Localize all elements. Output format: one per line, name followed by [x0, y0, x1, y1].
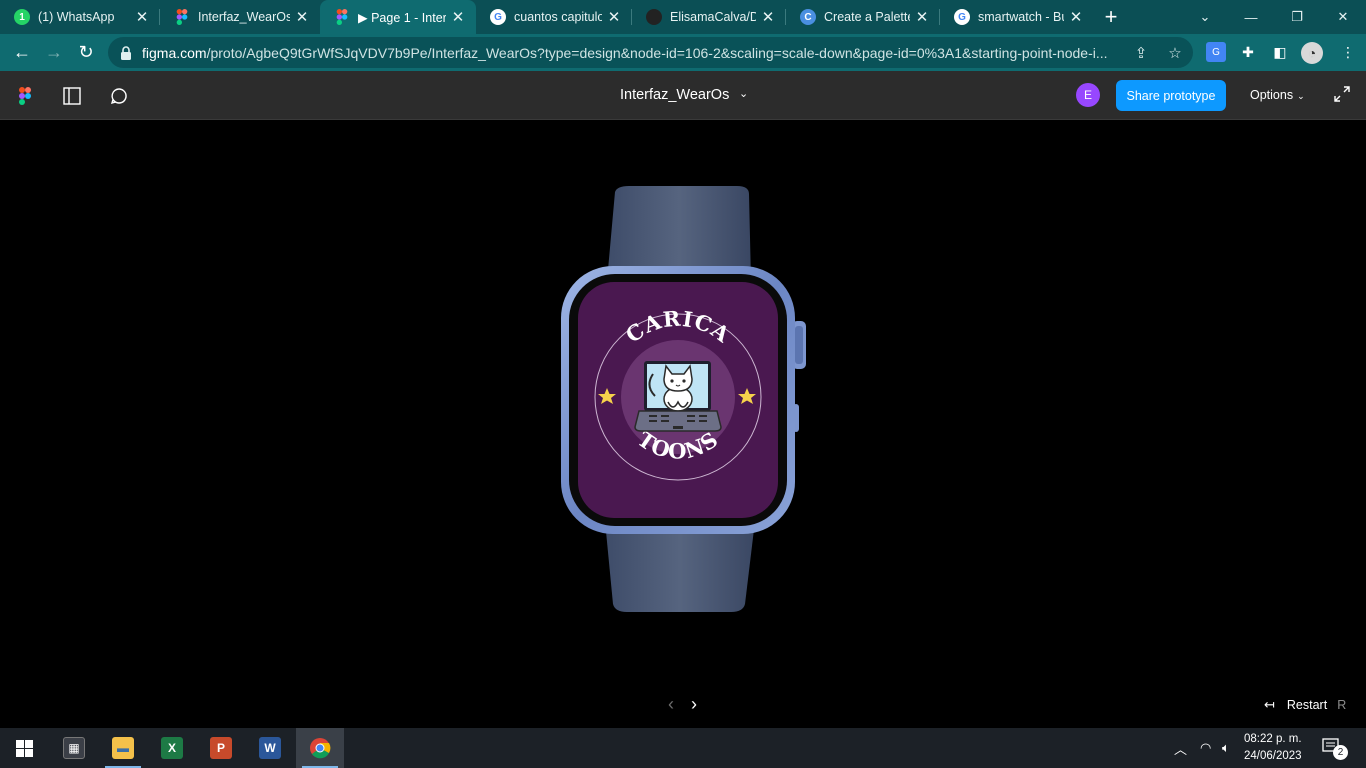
side-panel-icon[interactable]: ◧ — [1270, 42, 1290, 62]
coolors-icon: C — [800, 9, 816, 25]
tab-figma-file[interactable]: Interfaz_WearOs ✕ — [160, 0, 320, 34]
system-clock[interactable]: 08:22 p. m. 24/06/2023 — [1244, 731, 1302, 765]
chevron-down-icon: ⌄ — [1297, 91, 1305, 101]
tab-figma-prototype[interactable]: ▶ Page 1 - Interf ✕ — [320, 0, 476, 34]
menu-kebab-icon[interactable]: ⋮ — [1338, 42, 1358, 62]
close-icon[interactable]: ✕ — [450, 9, 466, 26]
show-hidden-icons-chevron-icon[interactable]: ︿ — [1174, 728, 1187, 768]
file-title[interactable]: Interfaz_WearOs — [620, 87, 729, 103]
close-icon[interactable]: ✕ — [606, 9, 622, 26]
whatsapp-icon: 1 — [14, 9, 30, 25]
share-prototype-button[interactable]: Share prototype — [1116, 80, 1226, 111]
browser-tab-strip: 1 (1) WhatsApp ✕ Interfaz_WearOs ✕ ▶ Pag… — [0, 0, 1366, 34]
browser-toolbar: ← → ↻ figma.com/proto/AgbeQ9tGrWfSJqVDV7… — [0, 34, 1366, 71]
notification-center-icon[interactable]: 2 — [1322, 738, 1348, 760]
figma-logo-icon[interactable] — [14, 85, 36, 107]
close-icon[interactable]: ✕ — [914, 9, 930, 26]
tab-whatsapp[interactable]: 1 (1) WhatsApp ✕ — [0, 0, 160, 34]
smartwatch-frame[interactable]: CARICA TOONS — [555, 186, 815, 616]
tab-google-search[interactable]: G cuantos capitulo ✕ — [476, 0, 632, 34]
figma-icon — [334, 9, 350, 25]
file-explorer-icon[interactable]: ▬ — [99, 728, 147, 768]
user-avatar[interactable]: E — [1076, 83, 1100, 107]
clock-date: 24/06/2023 — [1244, 750, 1302, 762]
back-arrow-icon[interactable]: ← — [6, 37, 38, 69]
reload-icon[interactable]: ↻ — [70, 37, 102, 69]
restart-arrow-icon: ↤ — [1264, 697, 1275, 712]
tab-google-search-2[interactable]: G smartwatch - Bus ✕ — [940, 0, 1094, 34]
excel-icon[interactable]: X — [148, 728, 196, 768]
bookmark-star-icon[interactable]: ☆ — [1166, 44, 1184, 62]
figma-icon — [174, 9, 190, 25]
notification-count-badge: 2 — [1333, 745, 1348, 760]
minimize-button[interactable]: — — [1228, 0, 1274, 34]
windows-taskbar: ▦ ▬ X P W ︿ ◠ 🔈︎ 08:22 p. m. 24/06/2023 … — [0, 728, 1366, 768]
close-icon[interactable]: ✕ — [134, 9, 150, 26]
volume-icon[interactable]: 🔈︎ — [1222, 728, 1230, 768]
clock-time: 08:22 p. m. — [1244, 733, 1302, 745]
cat-laptop-illustration — [634, 361, 722, 432]
url-text: figma.com/proto/AgbeQ9tGrWfSJqVDV7b9Pe/I… — [142, 44, 1108, 61]
tab-search-icon[interactable]: ⌄ — [1182, 0, 1228, 34]
restart-button[interactable]: ↤ Restart R — [1264, 697, 1346, 713]
fullscreen-icon[interactable] — [1334, 86, 1350, 102]
google-icon: G — [490, 9, 506, 25]
tab-title: smartwatch - Bus — [978, 10, 1064, 24]
address-bar[interactable]: figma.com/proto/AgbeQ9tGrWfSJqVDV7b9Pe/I… — [108, 37, 1193, 68]
close-window-button[interactable]: ✕ — [1320, 0, 1366, 34]
extensions-puzzle-icon[interactable]: ✚ — [1238, 42, 1258, 62]
google-icon: G — [954, 9, 970, 25]
windows-start-icon[interactable] — [0, 728, 48, 768]
chevron-down-icon[interactable]: ⌄ — [739, 87, 748, 100]
options-menu-button[interactable]: Options ⌄ — [1250, 88, 1305, 102]
google-translate-icon[interactable]: G — [1206, 42, 1226, 62]
sidebar-toggle-icon[interactable] — [61, 85, 83, 107]
tab-coolors[interactable]: C Create a Palette ✕ — [786, 0, 940, 34]
lock-icon — [121, 45, 131, 60]
tab-title: cuantos capitulo — [514, 10, 602, 24]
tab-title: Interfaz_WearOs — [198, 10, 290, 24]
chrome-icon[interactable] — [296, 728, 344, 768]
close-icon[interactable]: ✕ — [294, 9, 310, 26]
previous-frame-chevron-icon[interactable]: ‹ — [663, 694, 679, 714]
tab-title: (1) WhatsApp — [38, 10, 115, 24]
close-icon[interactable]: ✕ — [1068, 9, 1084, 26]
restore-button[interactable]: ❐ — [1274, 0, 1320, 34]
next-frame-chevron-icon[interactable]: › — [686, 694, 702, 714]
powerpoint-icon[interactable]: P — [197, 728, 245, 768]
word-icon[interactable]: W — [246, 728, 294, 768]
profile-avatar-icon[interactable]: ◔ — [1301, 42, 1323, 64]
tab-title: ▶ Page 1 - Interf — [358, 10, 446, 25]
github-icon — [646, 9, 662, 25]
tab-github[interactable]: ElisamaCalva/DD ✕ — [632, 0, 786, 34]
wifi-icon[interactable]: ◠ — [1200, 728, 1211, 768]
tab-title: Create a Palette — [824, 10, 910, 24]
close-icon[interactable]: ✕ — [760, 9, 776, 26]
tab-title: ElisamaCalva/DD — [670, 10, 756, 24]
comment-icon[interactable] — [108, 85, 130, 107]
shortcut-key: R — [1337, 698, 1347, 712]
new-tab-button[interactable]: + — [1094, 0, 1128, 34]
forward-arrow-icon[interactable]: → — [38, 37, 70, 69]
share-icon[interactable]: ⇪ — [1132, 44, 1150, 62]
game-app-icon[interactable]: ▦ — [50, 728, 98, 768]
